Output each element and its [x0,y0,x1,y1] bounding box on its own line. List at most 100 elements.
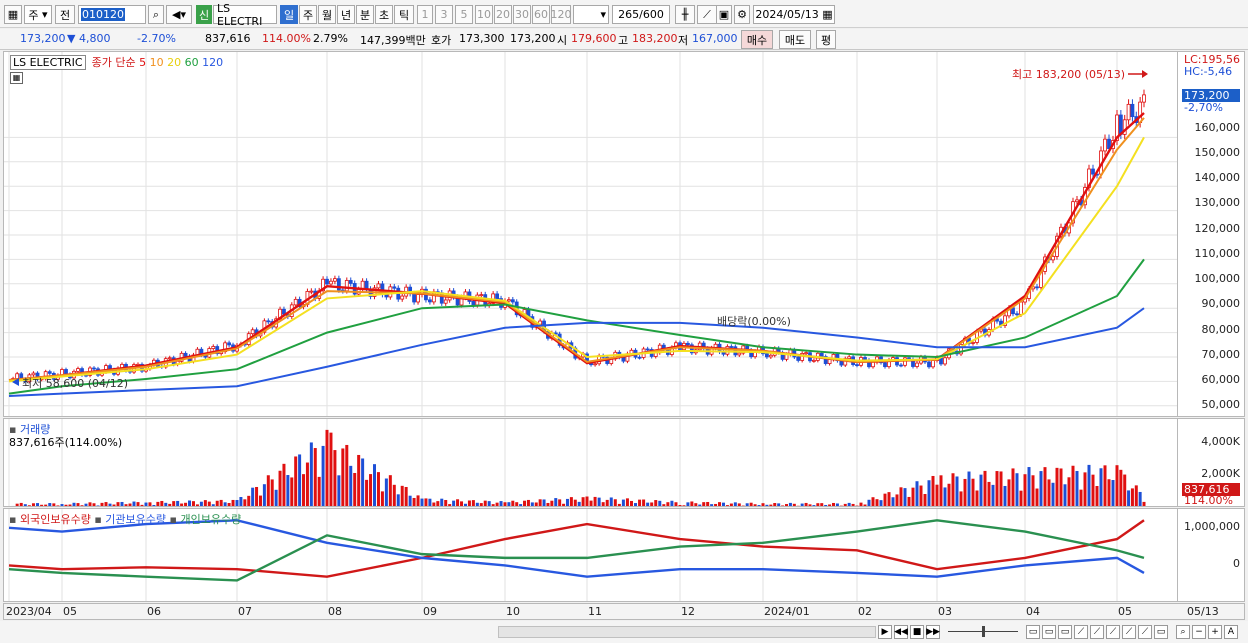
draw-icon[interactable]: ⟋ [697,5,717,24]
interval-1[interactable]: 1 [417,5,433,24]
volume-bar [428,498,432,506]
volume-bar [270,479,274,506]
layout-icon[interactable]: ▦ [4,5,22,24]
date-field[interactable]: 2024/05/13 ▦ [753,5,835,24]
volume-bar [424,498,428,506]
volume-bar [891,497,895,506]
interval-10[interactable]: 10 [475,5,493,24]
volume-bar [36,503,40,506]
stop-icon[interactable]: ■ [910,625,924,639]
interval-3[interactable]: 3 [435,5,453,24]
volume-bar [503,502,507,506]
volume-bar [625,498,629,506]
volume-bar [361,458,365,506]
volume-bar [939,475,943,506]
tab-week[interactable]: 주 [299,5,317,24]
gear-icon[interactable]: ⚙ [734,5,750,24]
zoom-in-icon[interactable]: + [1208,625,1222,639]
interval-input[interactable]: ▾ [573,5,609,24]
volume-current: 837,616주(114.00%) [9,436,123,449]
volume-bar [733,502,737,506]
candle-icon[interactable]: ╫ [675,5,695,24]
candle-body [899,364,903,367]
volume-bar [1031,475,1035,506]
volume-bar [943,487,947,506]
market-select[interactable]: 주 ▾ [24,5,52,24]
speaker-icon[interactable]: ◀▾ [166,5,192,24]
ma-line-60 [8,258,1145,395]
volume-bar [231,499,235,506]
holdings-legend: ▪ 외국인보유수량 ▪ 기관보유수량 ▪ 개인보유수량 [9,513,242,526]
tool-icon[interactable]: ▭ [1154,625,1168,639]
stock-name-field[interactable]: LS ELECTRI [213,2,277,28]
ma-120: 120 [202,56,224,69]
tool-icon[interactable]: ⟋ [1074,625,1088,639]
code-input[interactable]: 010120 [78,5,146,24]
volume-bar [124,504,128,506]
candle-body [1103,138,1107,152]
date-label: 07 [238,605,252,618]
tool-icon[interactable]: ▭ [1042,625,1056,639]
volume-bar [781,505,785,506]
volume-bar [467,500,471,506]
scrollbar-track[interactable] [498,626,876,638]
interval-60[interactable]: 60 [532,5,550,24]
zoom-icon[interactable]: ⌕ [1176,625,1190,639]
interval-5[interactable]: 5 [455,5,473,24]
eval-button[interactable]: 평 [816,30,836,49]
tab-day[interactable]: 일 [280,5,298,24]
tab-year[interactable]: 년 [337,5,355,24]
tool-icon[interactable]: ⟋ [1122,625,1136,639]
tool-icon[interactable]: ⟋ [1106,625,1120,639]
buy-button[interactable]: 매수 [741,30,773,49]
volume-bar [959,491,963,506]
tool-icon[interactable]: ⟋ [1138,625,1152,639]
zoom-slider-handle[interactable] [982,626,985,637]
prev-button[interactable]: 전 [55,5,75,24]
volume-bar [1055,467,1059,506]
volume-bar [690,501,694,506]
scroll-end-icon[interactable]: ▶▶ [926,625,940,639]
interval-30[interactable]: 30 [513,5,531,24]
volume-bar [773,503,777,506]
sell-button[interactable]: 매도 [779,30,811,49]
tab-minute[interactable]: 분 [356,5,374,24]
price-legend: LS ELECTRIC 종가 단순 5 10 20 60 120 [10,54,223,70]
tool-icon[interactable]: ▭ [1058,625,1072,639]
ma-60: 60 [184,56,199,69]
candle-body [376,283,381,289]
high-arrow-head [1142,70,1148,78]
save-icon[interactable]: ▣ [716,5,732,24]
scroll-start-icon[interactable]: ◀◀ [894,625,908,639]
volume-bar [266,475,270,506]
search-icon[interactable]: ⌕ [148,5,164,24]
volume-panel[interactable]: ▪ 거래량 837,616주(114.00%) [3,418,1178,507]
volume-bar [911,487,915,506]
volume-bar [761,503,765,506]
volume-bar [294,456,298,506]
hc-label: HC:-5,46 [1184,65,1233,78]
interval-120[interactable]: 120 [551,5,572,24]
date-label: 02 [858,605,872,618]
volume-bar [515,502,519,506]
candle-body [737,352,742,356]
tool-icon[interactable]: ▭ [1026,625,1040,639]
volume-bar [931,475,935,506]
zoom-out-icon[interactable]: − [1192,625,1206,639]
volume-bar [255,486,259,506]
tab-month[interactable]: 월 [318,5,336,24]
count-field[interactable]: 265/600 [612,5,670,24]
tab-tick[interactable]: 틱 [394,5,414,24]
table-icon[interactable]: ▦ [10,72,23,84]
price-chart-panel[interactable]: LS ELECTRIC 종가 단순 5 10 20 60 120 ▦ 최고 18… [3,51,1178,417]
scroll-right-icon[interactable]: ▶ [878,625,892,639]
volume-bar [384,478,388,506]
holdings-panel[interactable]: ▪ 외국인보유수량 ▪ 기관보유수량 ▪ 개인보유수량 [3,508,1178,602]
volume-bar [710,504,714,506]
volume-bar [223,502,227,506]
font-size-icon[interactable]: A [1224,625,1238,639]
tab-second[interactable]: 초 [375,5,393,24]
tool-icon[interactable]: ⟋ [1090,625,1104,639]
y-tick: 50,000 [1201,398,1241,411]
interval-20[interactable]: 20 [494,5,512,24]
